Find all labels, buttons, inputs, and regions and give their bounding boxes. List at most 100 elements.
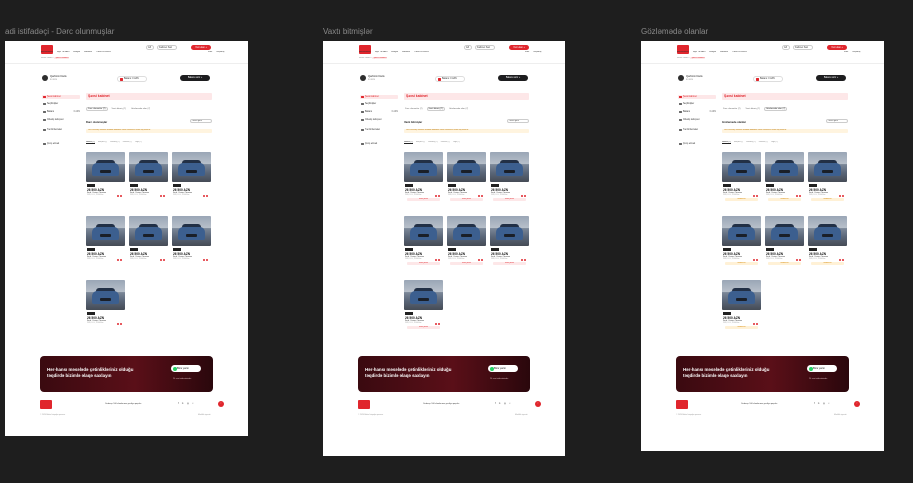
share-icon[interactable] [437, 258, 440, 261]
sidebar-item-0[interactable]: Şəxsi kabinet [42, 95, 80, 99]
subtab-4[interactable]: Ləğv (7) [771, 141, 778, 143]
sidebar-item-2[interactable]: Balans 0 AZN [360, 110, 398, 114]
scroll-top-button[interactable]: ↑ [218, 401, 224, 407]
car-photo[interactable] [490, 152, 529, 182]
nav-item[interactable]: Salonlar [720, 51, 728, 53]
breadcrumb-home[interactable]: Əsas səhifə [677, 57, 689, 59]
language-select[interactable]: AZ [464, 45, 472, 50]
favorite-icon[interactable] [116, 322, 119, 325]
language-select[interactable]: AZ [146, 45, 154, 50]
subtab-1[interactable]: Satışda (7) [98, 141, 107, 143]
topup-button[interactable]: Balansı artır + [180, 75, 210, 81]
subtab-0[interactable]: Hamısı (7) [722, 141, 731, 144]
subtab-1[interactable]: Satışda (7) [416, 141, 425, 143]
favorite-icon[interactable] [116, 194, 119, 197]
listing-card[interactable]: Avtosalon 26 500 AZN Ford · Fusion Titaniu… [129, 152, 168, 204]
nav-item[interactable]: Salonlar [402, 51, 410, 53]
sort-select[interactable]: Tarixə görə [190, 119, 212, 123]
favorite-icon[interactable] [159, 194, 162, 197]
nav-item[interactable]: Ehtiyat [391, 51, 398, 53]
sidebar-item-5[interactable]: Çıxış etmək [678, 142, 716, 146]
subtab-4[interactable]: Ləğv (7) [135, 141, 142, 143]
tiktok-icon[interactable]: ♪ [509, 402, 510, 405]
tab-0[interactable]: Dərc olunanlar (7) [722, 108, 742, 110]
nav-item[interactable]: Əyri Tə dbirli [693, 51, 705, 53]
telegram-icon[interactable]: ✈ [818, 402, 820, 405]
facebook-icon[interactable]: f [178, 402, 179, 405]
nav-right-item[interactable]: Kalk [844, 51, 848, 53]
tab-0[interactable]: Dərc olunanlar (7) [404, 108, 424, 110]
facebook-icon[interactable]: f [495, 402, 496, 405]
share-icon[interactable] [119, 322, 122, 325]
favorite-icon[interactable] [752, 322, 755, 325]
instagram-icon[interactable]: ◎ [504, 402, 506, 405]
sidebar-item-4[interactable]: Tənzimləmələr [360, 128, 398, 132]
balance-chip[interactable]: Balans: 0 AZN [753, 76, 783, 82]
instagram-icon[interactable]: ◎ [823, 402, 825, 405]
listing-card[interactable]: Avtosalon 26 500 AZN Ford · Fusion Titaniu… [808, 216, 847, 268]
listing-card[interactable]: Avtosalon 26 500 AZN Ford · Fusion Titaniu… [490, 152, 529, 204]
telegram-icon[interactable]: ✈ [499, 402, 501, 405]
listing-card[interactable]: Avtosalon 26 500 AZN Ford · Fusion Titaniu… [722, 280, 761, 332]
share-icon[interactable] [205, 258, 208, 261]
favorite-icon[interactable] [752, 258, 755, 261]
sort-select[interactable]: Tarixə görə [826, 119, 848, 123]
sort-select[interactable]: Tarixə görə [507, 119, 529, 123]
card-action-button[interactable]: Elanı yenilə [450, 198, 483, 201]
favorite-icon[interactable] [159, 258, 162, 261]
car-photo[interactable] [765, 216, 804, 246]
listing-card[interactable]: Avtosalon 26 500 AZN Ford · Fusion Titaniu… [722, 152, 761, 204]
favorite-icon[interactable] [434, 258, 437, 261]
sidebar-item-3[interactable]: Ödəniş tarixçəsi [678, 118, 716, 122]
car-photo[interactable] [86, 216, 125, 246]
contact-us-button[interactable]: Bizə yazın [488, 365, 518, 372]
share-icon[interactable] [480, 194, 483, 197]
nav-item[interactable]: Avtomobillər [41, 51, 53, 53]
breadcrumb-home[interactable]: Əsas səhifə [41, 57, 53, 59]
nav-item[interactable]: Təmir və servis [414, 51, 429, 53]
listing-card[interactable]: Avtosalon 26 500 AZN Ford · Fusion Titaniu… [172, 152, 211, 204]
instagram-icon[interactable]: ◎ [187, 402, 189, 405]
card-action-button[interactable]: Redaktə et [768, 262, 801, 265]
profile-pill[interactable]: Kabinet Sarı [475, 45, 495, 50]
nav-right-item[interactable]: Kalk [208, 51, 212, 53]
language-select[interactable]: AZ [782, 45, 790, 50]
car-photo[interactable] [722, 280, 761, 310]
car-photo[interactable] [129, 216, 168, 246]
listing-card[interactable]: Avtosalon 26 500 AZN Ford · Fusion Titaniu… [765, 152, 804, 204]
sidebar-item-0[interactable]: Şəxsi kabinet [360, 95, 398, 99]
subtab-0[interactable]: Hamısı (7) [404, 141, 413, 144]
favorite-icon[interactable] [752, 194, 755, 197]
share-icon[interactable] [755, 322, 758, 325]
listing-card[interactable]: Avtosalon 26 500 AZN Ford · Fusion Titaniu… [765, 216, 804, 268]
subtab-4[interactable]: Ləğv (7) [453, 141, 460, 143]
sidebar-item-2[interactable]: Balans 0 AZN [678, 110, 716, 114]
scroll-top-button[interactable]: ↑ [854, 401, 860, 407]
listing-card[interactable]: Avtosalon 26 500 AZN Ford · Fusion Titaniu… [490, 216, 529, 268]
share-icon[interactable] [841, 194, 844, 197]
car-photo[interactable] [447, 152, 486, 182]
card-action-button[interactable]: Elanı yenilə [407, 198, 440, 201]
nav-item[interactable]: Ehtiyat [709, 51, 716, 53]
car-photo[interactable] [404, 152, 443, 182]
card-action-button[interactable]: Elanı yenilə [407, 326, 440, 329]
share-icon[interactable] [523, 194, 526, 197]
nav-item[interactable]: Ehtiyat [73, 51, 80, 53]
sidebar-item-4[interactable]: Tənzimləmələr [678, 128, 716, 132]
favorite-icon[interactable] [477, 194, 480, 197]
tiktok-icon[interactable]: ♪ [828, 402, 829, 405]
listing-card[interactable]: Avtosalon 26 500 AZN Ford · Fusion Titaniu… [86, 216, 125, 268]
tab-2[interactable]: Gözləmədə olan (7) [448, 108, 469, 110]
nav-right-item[interactable]: Seçilmiş [852, 51, 860, 53]
share-icon[interactable] [205, 194, 208, 197]
car-photo[interactable] [765, 152, 804, 182]
listing-card[interactable]: Avtosalon 26 500 AZN Ford · Fusion Titaniu… [722, 216, 761, 268]
tab-1[interactable]: Vaxtı bitmiş (7) [426, 107, 445, 111]
sidebar-item-0[interactable]: Şəxsi kabinet [678, 95, 716, 99]
subtab-3[interactable]: Deaktiv (7) [441, 141, 450, 143]
sidebar-item-1[interactable]: Seçilmişlər [360, 102, 398, 106]
privacy-policy-link[interactable]: Məxfilik siyasəti [515, 414, 527, 416]
tab-1[interactable]: Vaxtı bitmiş (7) [745, 108, 761, 110]
card-action-button[interactable]: Elanı yenilə [407, 262, 440, 265]
new-ad-button[interactable]: Yeni elan + [509, 45, 529, 50]
